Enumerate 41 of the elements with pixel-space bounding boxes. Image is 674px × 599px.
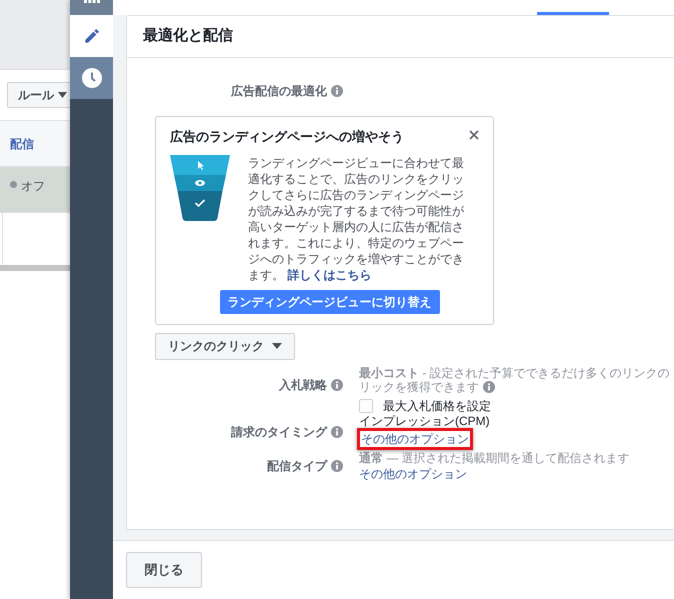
close-button[interactable]: 閉じる: [126, 552, 202, 588]
grid-icon[interactable]: [84, 0, 100, 4]
more-options-link[interactable]: その他のオプション: [359, 466, 467, 482]
info-icon[interactable]: [331, 426, 343, 438]
status-dot-icon: [10, 181, 17, 188]
nav-tab[interactable]: [70, 57, 113, 99]
learn-more-link[interactable]: 詳しくはこちら: [287, 268, 372, 282]
more-options-link[interactable]: その他のオプション: [361, 432, 469, 446]
optimization-dropdown[interactable]: リンクのクリック: [155, 332, 295, 360]
field-label: 広告配信の最適化: [231, 83, 327, 100]
caret-icon: [58, 92, 67, 98]
status-text: オフ: [21, 178, 45, 195]
tip-title: 広告のランディングページへの増やそう: [170, 128, 404, 146]
info-icon[interactable]: [331, 460, 343, 472]
column-header[interactable]: 配信: [10, 134, 34, 152]
tab-underline: [537, 12, 609, 15]
field-label: 入札戦略: [279, 376, 327, 394]
rule-dropdown-button[interactable]: ルール: [7, 82, 72, 108]
pencil-icon: [82, 27, 100, 45]
caret-icon: [272, 343, 282, 349]
clock-icon: [82, 68, 102, 88]
table-row[interactable]: オフ: [0, 167, 70, 213]
bid-strategy-text: 最小コスト - 設定された予算でできるだけ多くのリンクの: [359, 366, 670, 380]
section-title: 最適化と配信: [143, 26, 233, 46]
info-icon[interactable]: [483, 380, 495, 392]
switch-button[interactable]: ランディングページビューに切り替え: [220, 290, 440, 314]
info-icon[interactable]: [331, 378, 343, 390]
nav-tab[interactable]: [70, 15, 113, 57]
billing-value: インプレッション(CPM): [359, 414, 490, 428]
close-icon[interactable]: [469, 130, 479, 140]
checkbox-label: 最大入札価格を設定: [383, 398, 491, 412]
funnel-icon: [170, 154, 230, 220]
info-icon[interactable]: [331, 85, 343, 97]
field-label: 請求のタイミング: [231, 424, 327, 440]
tip-description: ランディングページビューに合わせて最適化することで、広告のリンクをクリックしてさらに広告のランディングページが読み込みが完了するまで待つ可能性が高いターゲット層内の人に広告が配信されます。これにより、特定のウェブページへのトラフィックを増やすことができます。 詳しくはこちら: [248, 154, 465, 282]
scrollbar[interactable]: [0, 265, 70, 271]
bid-strategy-text: リックを獲得できます: [359, 380, 479, 394]
checkbox[interactable]: [359, 398, 373, 412]
field-label: 配信タイプ: [267, 458, 327, 474]
delivery-type-text: 通常 — 選択された掲載期間を通して配信されます: [359, 450, 630, 466]
header-bar: [0, 0, 70, 70]
